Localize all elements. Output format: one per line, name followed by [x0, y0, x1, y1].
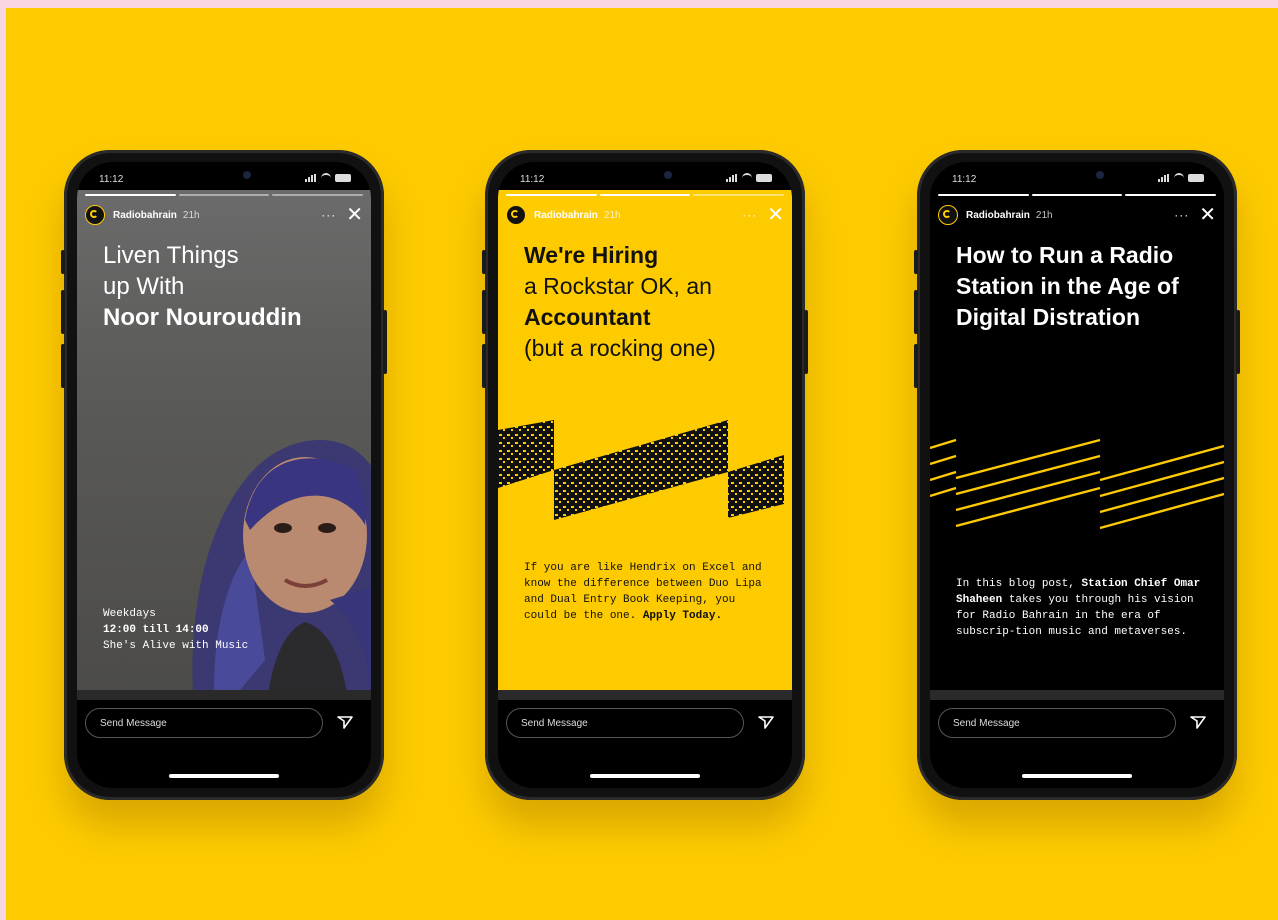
avatar[interactable]	[938, 205, 958, 225]
status-time: 11:12	[99, 174, 124, 185]
status-icons	[726, 173, 772, 183]
title-bold-1: We're Hiring	[524, 242, 659, 268]
story-progress	[85, 194, 364, 196]
status-icons	[305, 173, 351, 183]
battery-icon	[1188, 174, 1204, 182]
avatar[interactable]	[85, 205, 105, 225]
close-icon[interactable]: ✕	[767, 205, 784, 225]
schedule-day: Weekdays	[103, 608, 156, 620]
status-bar: 11:12	[77, 162, 371, 192]
home-indicator[interactable]	[1022, 774, 1132, 778]
story-header: Radiobahrain 21h ··· ✕	[85, 204, 363, 226]
schedule-show: She's Alive with Music	[103, 640, 249, 652]
story-header: Radiobahrain 21h ··· ✕	[938, 204, 1216, 226]
phone-3-screen: 11:12 Radiobahrain 21h ··· ✕ How to Run …	[930, 162, 1224, 788]
more-icon[interactable]: ···	[742, 208, 757, 222]
signal-icon	[726, 174, 738, 182]
title-line-2: a Rockstar OK, an	[524, 273, 712, 299]
title-bold: Noor Nourouddin	[103, 304, 302, 331]
phone-3: 11:12 Radiobahrain 21h ··· ✕ How to Run …	[914, 150, 1240, 800]
title-line-2: up With	[103, 273, 185, 300]
more-icon[interactable]: ···	[321, 208, 336, 222]
story-age: 21h	[1035, 209, 1053, 221]
close-icon[interactable]: ✕	[346, 205, 363, 225]
signal-icon	[305, 174, 317, 182]
story-1[interactable]: Radiobahrain 21h ··· ✕ Liven Things up W…	[77, 190, 371, 690]
message-input[interactable]: Send Message	[506, 708, 744, 738]
close-icon[interactable]: ✕	[1199, 205, 1216, 225]
story-3-title: How to Run a Radio Station in the Age of…	[956, 242, 1179, 330]
title-bold-3: Accountant	[524, 304, 651, 330]
story-username[interactable]: Radiobahrain	[534, 210, 598, 221]
message-input[interactable]: Send Message	[85, 708, 323, 738]
story-age: 21h	[603, 209, 621, 221]
story-username[interactable]: Radiobahrain	[113, 210, 177, 221]
body-text-1: In this blog post,	[956, 578, 1075, 590]
zigzag-graphic	[498, 420, 784, 520]
status-time: 11:12	[952, 174, 977, 185]
battery-icon	[335, 174, 351, 182]
story-progress	[506, 194, 785, 196]
story-header: Radiobahrain 21h ··· ✕	[506, 204, 784, 226]
yellow-backdrop: 11:12 Radiobahrain 21h ··· ✕ Liven Thing…	[6, 8, 1278, 920]
status-bar: 11:12	[498, 162, 792, 192]
story-age: 21h	[182, 209, 200, 221]
battery-icon	[756, 174, 772, 182]
send-icon[interactable]	[756, 712, 776, 732]
send-icon[interactable]	[335, 712, 355, 732]
story-2[interactable]: Radiobahrain 21h ··· ✕ We're Hiring a Ro…	[498, 190, 792, 690]
status-time: 11:12	[520, 174, 545, 185]
story-composer: Send Message	[498, 690, 792, 788]
story-progress	[938, 194, 1217, 196]
phone-1-screen: 11:12 Radiobahrain 21h ··· ✕ Liven Thing…	[77, 162, 371, 788]
story-1-title: Liven Things up With Noor Nourouddin	[103, 240, 353, 333]
diagonal-lines-graphic	[930, 438, 1224, 530]
wifi-icon	[321, 173, 331, 183]
story-composer: Send Message	[77, 690, 371, 788]
message-input[interactable]: Send Message	[938, 708, 1176, 738]
avatar[interactable]	[506, 205, 526, 225]
story-username[interactable]: Radiobahrain	[966, 210, 1030, 221]
title-line-4: (but a rocking one)	[524, 335, 716, 361]
signal-icon	[1158, 174, 1170, 182]
phone-2: 11:12 Radiobahrain 21h ··· ✕ We're Hirin…	[482, 150, 808, 800]
home-indicator[interactable]	[169, 774, 279, 778]
story-2-title: We're Hiring a Rockstar OK, an Accountan…	[524, 240, 774, 364]
send-icon[interactable]	[1188, 712, 1208, 732]
story-composer: Send Message	[930, 690, 1224, 788]
story-2-body: If you are like Hendrix on Excel and kno…	[524, 560, 774, 624]
wifi-icon	[1174, 173, 1184, 183]
phone-1: 11:12 Radiobahrain 21h ··· ✕ Liven Thing…	[61, 150, 387, 800]
title-line-1: Liven Things	[103, 242, 239, 269]
schedule-time: 12:00 till 14:00	[103, 624, 209, 636]
phone-2-screen: 11:12 Radiobahrain 21h ··· ✕ We're Hirin…	[498, 162, 792, 788]
status-bar: 11:12	[930, 162, 1224, 192]
story-3[interactable]: Radiobahrain 21h ··· ✕ How to Run a Radi…	[930, 190, 1224, 690]
story-1-schedule: Weekdays 12:00 till 14:00 She's Alive wi…	[103, 606, 353, 654]
apply-cta[interactable]: Apply Today.	[643, 610, 722, 622]
status-icons	[1158, 173, 1204, 183]
home-indicator[interactable]	[590, 774, 700, 778]
more-icon[interactable]: ···	[1174, 208, 1189, 222]
wifi-icon	[742, 173, 752, 183]
story-3-body: In this blog post, Station Chief Omar Sh…	[956, 576, 1206, 640]
